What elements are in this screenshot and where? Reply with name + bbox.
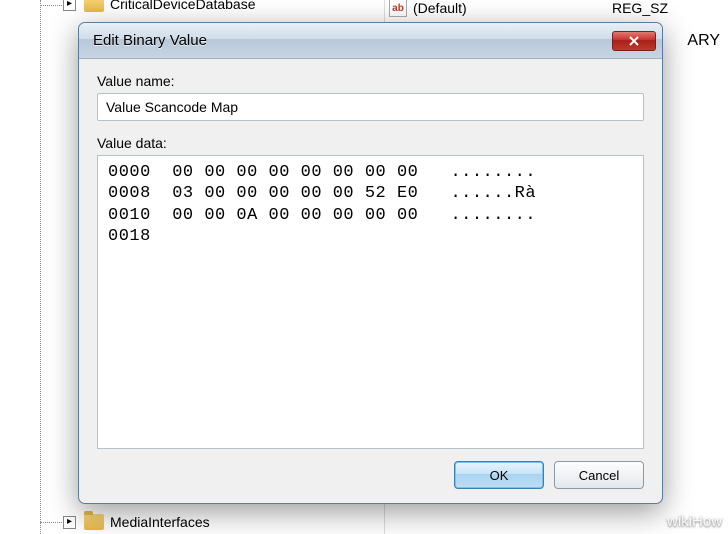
dialog-title: Edit Binary Value (93, 32, 612, 49)
tree-connector-line (40, 0, 41, 534)
value-row-default[interactable]: ab (Default) REG_SZ (385, 0, 728, 18)
string-value-icon: ab (389, 0, 407, 17)
tree-item-label: MediaInterfaces (110, 514, 210, 530)
value-name-label: Value name: (97, 73, 644, 89)
tree-item-label: CriticalDeviceDatabase (110, 0, 256, 12)
expand-icon[interactable]: ▸ (63, 516, 76, 529)
hex-editor[interactable]: 0000 00 00 00 00 00 00 00 00 ........ 00… (97, 155, 644, 449)
value-name-input[interactable] (97, 93, 644, 121)
expand-icon[interactable]: ▸ (63, 0, 76, 11)
close-button[interactable] (612, 31, 656, 51)
value-name: (Default) (413, 0, 612, 16)
value-type: REG_SZ (612, 0, 668, 16)
dialog-button-row: OK Cancel (97, 461, 644, 489)
ok-button[interactable]: OK (454, 461, 544, 489)
folder-icon (84, 0, 104, 12)
watermark: wikiHow (667, 513, 722, 530)
dialog-titlebar[interactable]: Edit Binary Value (79, 23, 662, 59)
tree-branch-line (40, 522, 64, 523)
edit-binary-dialog: Edit Binary Value Value name: Value data… (78, 22, 663, 504)
tree-item-bottom[interactable]: ▸ MediaInterfaces (0, 512, 384, 532)
close-icon (628, 35, 640, 47)
tree-branch-line (40, 5, 64, 6)
dialog-body: Value name: Value data: 0000 00 00 00 00… (79, 59, 662, 503)
cancel-button[interactable]: Cancel (554, 461, 644, 489)
truncated-text: ARY (687, 32, 720, 50)
value-data-label: Value data: (97, 135, 644, 151)
tree-item-top[interactable]: ▸ CriticalDeviceDatabase (0, 0, 384, 14)
folder-icon (84, 514, 104, 530)
